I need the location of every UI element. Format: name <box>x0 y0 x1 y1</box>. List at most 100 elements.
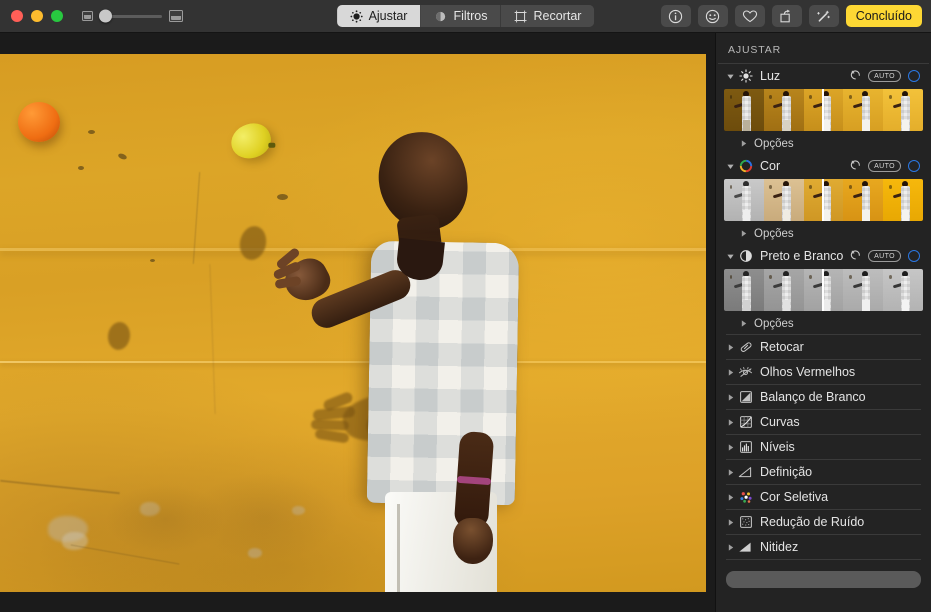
section-retocar-label: Retocar <box>760 340 923 354</box>
luz-variation-thumb[interactable] <box>883 89 923 131</box>
chevron-right-icon[interactable] <box>724 468 737 477</box>
section-luz-controls: AUTO <box>850 67 923 85</box>
auto-button[interactable]: AUTO <box>868 160 901 172</box>
section-cor-toggle[interactable] <box>908 160 920 172</box>
chevron-right-icon[interactable] <box>724 493 737 502</box>
section-nitidez-header[interactable]: Nitidez <box>724 535 923 559</box>
zoom-slider[interactable] <box>100 15 162 18</box>
cor-options-row[interactable]: Opções <box>724 223 923 244</box>
preto-e-branco-variation-strip[interactable] <box>724 269 923 311</box>
luz-variation-thumb-selected[interactable] <box>804 89 844 131</box>
minimize-window-button[interactable] <box>31 10 43 22</box>
crop-icon <box>515 10 528 23</box>
info-button[interactable] <box>661 5 691 27</box>
comment-icon <box>705 9 720 24</box>
bw-variation-thumb-selected[interactable] <box>804 269 844 311</box>
reset-icon[interactable] <box>850 67 861 85</box>
preto-e-branco-options-row[interactable]: Opções <box>724 313 923 334</box>
section-preto-e-branco-header[interactable]: Preto e Branco AUTO <box>724 244 923 268</box>
reset-icon[interactable] <box>850 157 861 175</box>
strip-selector[interactable] <box>822 89 824 131</box>
chevron-down-icon[interactable] <box>724 72 737 81</box>
enhance-button[interactable] <box>809 5 839 27</box>
strip-selector[interactable] <box>822 179 824 221</box>
bw-variation-thumb[interactable] <box>764 269 804 311</box>
luz-variation-thumb[interactable] <box>724 89 764 131</box>
section-luz-label: Luz <box>760 69 850 83</box>
tab-recortar[interactable]: Recortar <box>502 5 595 27</box>
adjust-sections-list[interactable]: Luz AUTO <box>716 64 931 560</box>
chevron-right-icon[interactable] <box>724 418 737 427</box>
luz-variation-thumb[interactable] <box>764 89 804 131</box>
rotate-button[interactable] <box>772 5 802 27</box>
reset-icon[interactable] <box>850 247 861 265</box>
section-luz-header[interactable]: Luz AUTO <box>724 64 923 88</box>
chevron-down-icon[interactable] <box>724 162 737 171</box>
chevron-right-icon[interactable] <box>724 543 737 552</box>
section-luz-toggle[interactable] <box>908 70 920 82</box>
bw-variation-thumb[interactable] <box>843 269 883 311</box>
cor-variation-thumb[interactable] <box>883 179 923 221</box>
person-lowered-hand <box>453 518 493 564</box>
luz-options-row[interactable]: Opções <box>724 133 923 154</box>
section-cor-header[interactable]: Cor AUTO <box>724 154 923 178</box>
zoom-window-button[interactable] <box>51 10 63 22</box>
section-reducao-de-ruido-header[interactable]: Redução de Ruído <box>724 510 923 534</box>
luz-variation-thumb[interactable] <box>843 89 883 131</box>
cor-variation-thumb-selected[interactable] <box>804 179 844 221</box>
section-preto-e-branco-toggle[interactable] <box>908 250 920 262</box>
chevron-right-icon[interactable] <box>724 393 737 402</box>
luz-variation-strip[interactable] <box>724 89 923 131</box>
magic-wand-icon <box>816 9 831 24</box>
wall-speck <box>88 130 95 134</box>
section-olhos-vermelhos-header[interactable]: Olhos Vermelhos <box>724 360 923 384</box>
color-wheel-icon <box>737 159 754 173</box>
auto-button[interactable]: AUTO <box>868 250 901 262</box>
tab-ajustar[interactable]: Ajustar <box>337 5 422 27</box>
favorite-button[interactable] <box>735 5 765 27</box>
tab-filtros[interactable]: Filtros <box>421 5 501 27</box>
chevron-right-icon[interactable] <box>724 518 737 527</box>
photo-image[interactable] <box>0 54 706 592</box>
chevron-right-icon[interactable] <box>737 229 750 238</box>
chevron-right-icon[interactable] <box>737 139 750 148</box>
done-button-label: Concluído <box>856 9 912 23</box>
levels-icon <box>737 440 754 454</box>
section-definicao-label: Definição <box>760 465 923 479</box>
done-button[interactable]: Concluído <box>846 5 922 27</box>
bw-variation-thumb[interactable] <box>724 269 764 311</box>
black-white-icon <box>737 249 754 263</box>
auto-button[interactable]: AUTO <box>868 70 901 82</box>
section-niveis-header[interactable]: Níveis <box>724 435 923 459</box>
small-photo-icon <box>82 11 93 21</box>
zoom-slider-knob[interactable] <box>99 10 112 23</box>
section-cor-seletiva-label: Cor Seletiva <box>760 490 923 504</box>
close-window-button[interactable] <box>11 10 23 22</box>
info-icon <box>668 9 683 24</box>
traffic-light-group <box>11 10 63 22</box>
cor-variation-strip[interactable] <box>724 179 923 221</box>
sidebar-footer <box>716 560 931 612</box>
section-curvas-header[interactable]: Curvas <box>724 410 923 434</box>
comment-button[interactable] <box>698 5 728 27</box>
chevron-right-icon[interactable] <box>724 343 737 352</box>
chevron-down-icon[interactable] <box>724 252 737 261</box>
section-preto-e-branco-controls: AUTO <box>850 247 923 265</box>
strip-selector[interactable] <box>822 269 824 311</box>
sidebar-footer-bar[interactable] <box>726 571 921 588</box>
section-definicao-header[interactable]: Definição <box>724 460 923 484</box>
photo-canvas[interactable] <box>0 33 715 612</box>
section-cor-seletiva-header[interactable]: Cor Seletiva <box>724 485 923 509</box>
section-retocar-header[interactable]: Retocar <box>724 335 923 359</box>
cor-variation-thumb[interactable] <box>724 179 764 221</box>
section-balanco-de-branco-header[interactable]: Balanço de Branco <box>724 385 923 409</box>
chevron-right-icon[interactable] <box>724 443 737 452</box>
chevron-right-icon[interactable] <box>737 319 750 328</box>
window-toolbar: Ajustar Filtros Recortar <box>0 0 931 33</box>
sidebar-title: AJUSTAR <box>716 33 931 63</box>
chevron-right-icon[interactable] <box>724 368 737 377</box>
cor-variation-thumb[interactable] <box>843 179 883 221</box>
bw-variation-thumb[interactable] <box>883 269 923 311</box>
cor-variation-thumb[interactable] <box>764 179 804 221</box>
auto-button-label: AUTO <box>874 253 895 260</box>
